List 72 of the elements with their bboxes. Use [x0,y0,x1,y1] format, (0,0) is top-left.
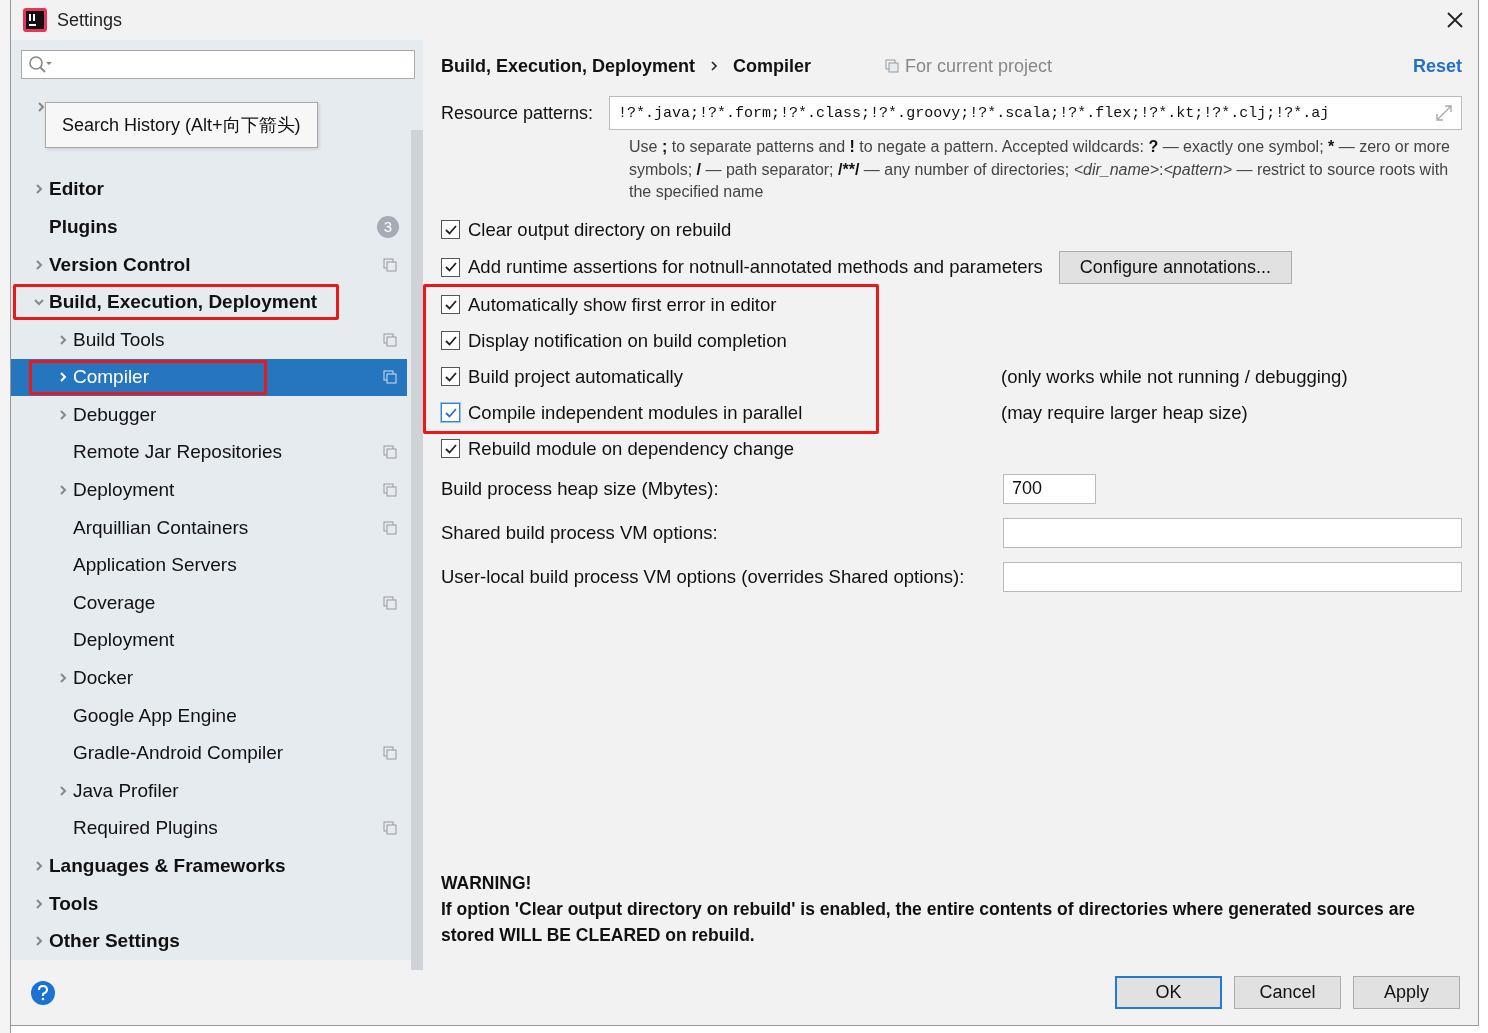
chevron-right-icon[interactable] [57,371,69,384]
tree-item[interactable]: Build, Execution, Deployment [11,283,407,321]
tree-item[interactable]: Coverage [11,584,407,622]
chevron-right-icon [709,60,720,72]
tree-item[interactable]: Languages & Frameworks [11,847,407,885]
chevron-right-icon[interactable] [33,935,45,948]
tree-item[interactable]: Debugger [11,396,407,434]
field-label: Shared build process VM options: [441,521,719,544]
checkbox-label[interactable]: Add runtime assertions for notnull-annotated methods and parameters [468,256,1043,278]
text-field[interactable] [1003,517,1462,548]
configure-annotations-button[interactable]: Configure annotations... [1058,250,1292,284]
tree-item[interactable]: Build Tools [11,320,407,359]
window-title: Settings [57,9,124,31]
chevron-right-icon[interactable] [35,101,47,114]
tree-item[interactable]: Google App Engine [11,696,407,735]
dialog-button[interactable]: Apply [1353,976,1460,1009]
question-mark-icon [36,984,50,1001]
chevron-right-icon[interactable] [33,860,45,872]
checkbox-label[interactable]: Display notification on build completion [468,329,787,352]
help-button[interactable] [31,980,55,1005]
chevron-right-icon[interactable] [33,183,45,196]
tree-item[interactable]: Tools [11,884,407,923]
field-label: User-local build process VM options (overrides Shared options): [441,565,966,588]
tree-item[interactable]: Version Control [11,245,407,284]
warning-text: WARNING! If option 'Clear output directory on rebuild' is enabled, the entire contents of directories where generated sources are stored WILL BE CLEARED on rebuild. [441,872,1416,947]
tree-item[interactable]: Java Profiler [11,772,407,810]
chevron-right-icon[interactable] [57,408,69,421]
search-field[interactable] [21,50,415,80]
field-label: Resource patterns: [441,102,594,124]
checkbox-label[interactable]: Automatically show first error in editor [468,293,777,316]
scope-label: For current project [905,55,1053,77]
tree-item[interactable]: Application Servers [11,546,407,585]
breadcrumb-item: Compiler [733,55,812,77]
chevron-right-icon[interactable] [57,333,69,346]
checkbox-label[interactable]: Clear output directory on rebuild [468,218,732,241]
chevron-right-icon[interactable] [57,672,69,685]
tree-item[interactable]: Gradle-Android Compiler [11,734,407,773]
text-field[interactable]: 700 [1003,473,1096,504]
tree-item[interactable]: Editor [11,170,407,209]
chevron-right-icon[interactable] [33,258,45,271]
project-scope-icon [885,59,900,73]
text-field[interactable] [1003,561,1462,592]
expand-icon[interactable] [1435,104,1453,122]
tree-item[interactable]: Deployment [11,621,407,660]
checkbox-label[interactable]: Build project automatically [468,365,683,388]
field-label: Build process heap size (Mbytes): [441,477,720,500]
scrollbar[interactable] [411,130,423,970]
tree-item[interactable]: Deployment [11,471,407,509]
search-icon[interactable] [28,54,54,75]
help-text: Use ; to separate patterns and ! to negate a pattern. Accepted wildcards: ? — exactly one symbol; * — zero or more symbols; / — path separator; /**/ — any number of directories; <dir_name>:<pattern> — restrict to source roots with the specified name [629,137,1451,202]
dialog-button[interactable]: Cancel [1234,976,1341,1009]
app-logo-icon [23,8,47,32]
reset-link[interactable]: Reset [1412,55,1462,77]
tree-item[interactable]: Arquillian Containers [11,508,407,547]
tree-item[interactable]: Required Plugins [11,809,407,848]
breadcrumb-item: Build, Execution, Deployment [441,55,696,77]
dialog-button[interactable]: OK [1115,976,1222,1009]
chevron-right-icon[interactable] [33,897,45,910]
tree-item[interactable]: Other Settings [11,922,407,960]
count-badge: 3 [377,215,399,238]
checkbox-label[interactable]: Rebuild module on dependency change [468,437,795,460]
option-note: (may require larger heap size) [1001,401,1248,424]
tree-item[interactable]: Docker [11,659,407,697]
tree-item[interactable]: Compiler [11,358,407,397]
tree-item[interactable]: Remote Jar Repositories [11,433,407,472]
chevron-right-icon[interactable] [57,484,69,497]
tooltip: Search History (Alt+向下箭头) [45,102,318,148]
option-note: (only works while not running / debugging) [1001,365,1348,388]
chevron-right-icon[interactable] [57,784,69,797]
checkbox-label[interactable]: Compile independent modules in parallel [468,401,803,424]
resource-patterns-field[interactable]: !?*.java;!?*.form;!?*.class;!?*.groovy;!?*.scala;!?*.flex;!?*.kt;!?*.clj;!?*.aj [609,96,1462,130]
tree-item[interactable]: Plugins 3 [11,208,407,246]
